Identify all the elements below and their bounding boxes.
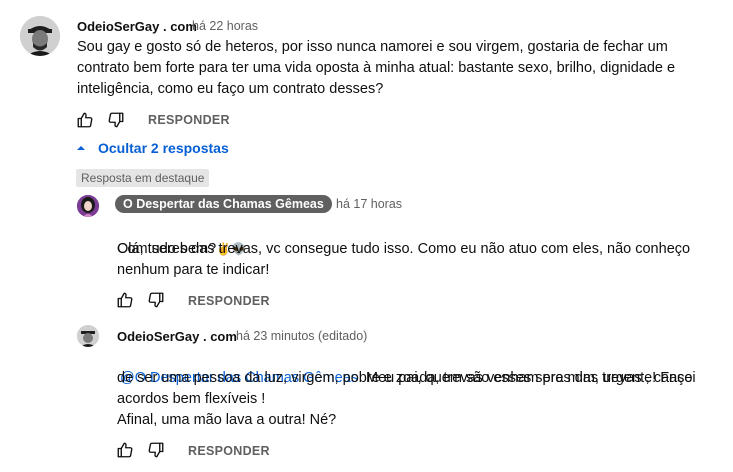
avatar[interactable] (77, 325, 99, 347)
like-button[interactable] (115, 290, 135, 310)
thumb-up-icon (117, 442, 133, 458)
thumb-up-icon (117, 292, 133, 308)
comment-text: Sou gay e gosto só de heteros, por isso … (77, 39, 676, 97)
dislike-button[interactable] (146, 290, 166, 310)
dislike-button[interactable] (146, 440, 166, 460)
comment-author[interactable]: OdeioSerGay . com (77, 19, 197, 34)
hide-replies-label: Ocultar 2 respostas (98, 140, 229, 156)
hide-replies-toggle[interactable]: Ocultar 2 respostas (74, 140, 229, 156)
reply-button[interactable]: RESPONDER (188, 444, 270, 458)
comment-timestamp[interactable]: há 22 horas (192, 19, 258, 33)
thumb-down-icon (148, 442, 164, 458)
thumb-up-icon (77, 112, 93, 128)
thumb-down-icon (148, 292, 164, 308)
reply-text-body: Com seres das trevas, vc consegue tudo i… (117, 241, 691, 278)
reply-text-body: de ser uma pessoa da luz, virgem, pobre … (117, 370, 693, 428)
like-button[interactable] (115, 440, 135, 460)
reply-timestamp[interactable]: há 23 minutos (editado) (236, 329, 367, 343)
reply-author[interactable]: OdeioSerGay . com (117, 329, 237, 344)
dislike-button[interactable] (106, 110, 126, 130)
chevron-up-icon (74, 141, 88, 155)
reply-button[interactable]: RESPONDER (188, 294, 270, 308)
channel-owner-chip[interactable]: O Despertar das Chamas Gêmeas (115, 195, 332, 213)
reply-button[interactable]: RESPONDER (148, 113, 230, 127)
like-button[interactable] (75, 110, 95, 130)
thumb-down-icon (108, 112, 124, 128)
avatar[interactable] (77, 195, 99, 217)
reply-timestamp[interactable]: há 17 horas (336, 197, 402, 211)
featured-reply-badge: Resposta em destaque (76, 169, 210, 187)
avatar[interactable] (20, 16, 60, 56)
